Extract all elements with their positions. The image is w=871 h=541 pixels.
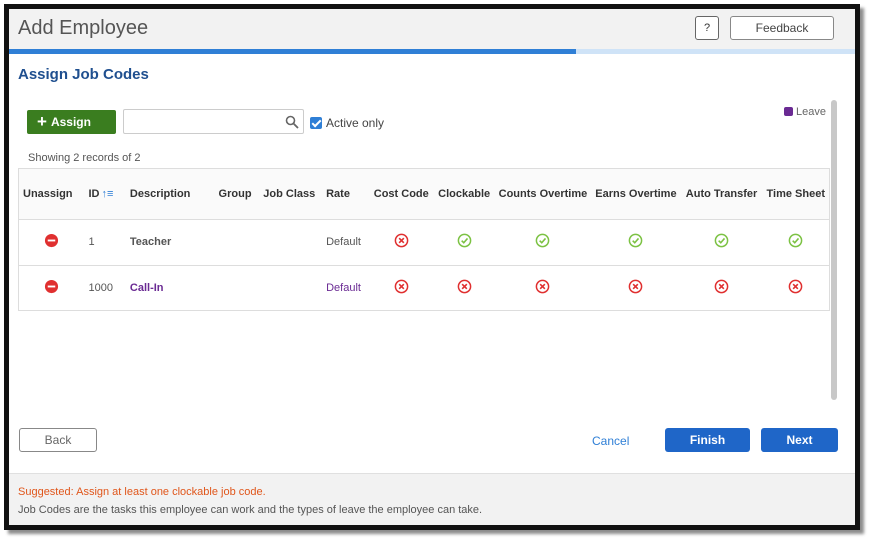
auto-transfer-cell <box>680 219 763 266</box>
active-only-checkbox[interactable] <box>310 117 322 129</box>
search-icon[interactable] <box>285 115 299 129</box>
id-cell: 1 <box>84 219 126 266</box>
active-only-label: Active only <box>326 116 385 130</box>
x-circle-icon <box>628 279 643 297</box>
vertical-scrollbar[interactable] <box>831 100 837 400</box>
check-circle-icon <box>457 233 472 251</box>
group-cell <box>215 265 260 311</box>
clockable-cell <box>434 265 495 311</box>
search-input[interactable] <box>123 109 304 134</box>
minus-circle-icon[interactable] <box>44 233 59 251</box>
leave-legend-label: Leave <box>796 106 826 118</box>
wizard-progress-bar <box>9 49 855 54</box>
footer-note: Job Codes are the tasks this employee ca… <box>18 504 483 516</box>
sort-ascending-icon[interactable]: ↑≡ <box>101 188 113 200</box>
id-cell: 1000 <box>88 282 113 295</box>
column-header-auto-transfer: Auto Transfer <box>680 169 763 220</box>
check-circle-icon <box>628 233 643 251</box>
unassign-cell <box>19 265 84 311</box>
back-button[interactable]: Back <box>19 428 97 452</box>
description-cell: Teacher <box>125 219 215 266</box>
add-employee-dialog: Add Employee ? Feedback Assign Job Codes… <box>4 4 860 530</box>
column-header-unassign: Unassign <box>19 169 85 220</box>
help-button[interactable]: ? <box>695 16 719 40</box>
job-class-cell <box>259 219 323 266</box>
column-header-clockable: Clockable <box>433 169 495 220</box>
x-circle-icon <box>457 279 472 297</box>
suggestion-text: Suggested: Assign at least one clockable… <box>18 486 266 498</box>
earns-overtime-cell <box>591 219 681 266</box>
clockable-cell <box>433 219 495 266</box>
table-row: 1000 Call-In Default <box>19 265 829 311</box>
check-circle-icon <box>714 233 729 251</box>
job-codes-table: Unassign ID ↑≡ Description Group Job Clas… <box>18 168 830 311</box>
time-sheet-cell <box>762 219 829 266</box>
job-class-cell <box>259 265 322 311</box>
finish-button[interactable]: Finish <box>665 428 750 452</box>
table-header-row: Unassign ID ↑≡ Description Group Job Clas… <box>19 169 829 220</box>
column-header-group: Group <box>214 169 260 220</box>
check-circle-icon <box>535 233 550 251</box>
section-title: Assign Job Codes <box>18 66 149 83</box>
rate-cell: Default <box>326 282 361 295</box>
leave-legend: Leave <box>784 106 826 118</box>
next-button[interactable]: Next <box>761 428 838 452</box>
plus-icon: + <box>37 112 47 131</box>
wizard-progress-fill <box>9 49 576 54</box>
dialog-footer: Suggested: Assign at least one clockable… <box>9 473 855 525</box>
active-only-toggle[interactable]: Active only <box>310 116 384 130</box>
auto-transfer-cell <box>681 265 763 311</box>
column-header-rate: Rate <box>322 169 369 220</box>
time-sheet-cell <box>763 265 830 311</box>
column-header-earns-overtime: Earns Overtime <box>591 169 681 220</box>
table-row: 1 Teacher Default <box>19 219 829 266</box>
column-header-job-class: Job Class <box>259 169 323 220</box>
cost-code-cell <box>369 265 434 311</box>
cost-code-cell <box>368 219 434 266</box>
unassign-cell <box>19 219 85 266</box>
column-header-counts-overtime: Counts Overtime <box>494 169 592 220</box>
records-count: Showing 2 records of 2 <box>28 152 141 164</box>
x-circle-icon <box>394 233 409 251</box>
description-cell: Call-In <box>129 282 164 295</box>
column-header-time-sheet: Time Sheet <box>762 169 829 220</box>
assign-button-label: Assign <box>50 115 91 129</box>
x-circle-icon <box>788 279 803 297</box>
feedback-button[interactable]: Feedback <box>730 16 834 40</box>
counts-overtime-cell <box>494 219 592 266</box>
minus-circle-icon[interactable] <box>44 280 59 297</box>
dialog-header: Add Employee ? Feedback <box>9 9 855 53</box>
group-cell <box>214 219 260 266</box>
assign-button[interactable]: + Assign <box>27 110 116 134</box>
column-header-id-label: ID <box>88 187 100 200</box>
dialog-title: Add Employee <box>18 17 149 39</box>
earns-overtime-cell <box>591 265 680 311</box>
check-circle-icon <box>788 233 803 251</box>
cancel-link[interactable]: Cancel <box>592 434 629 448</box>
column-header-description: Description <box>125 169 215 220</box>
column-header-id[interactable]: ID ↑≡ <box>84 169 126 220</box>
rate-cell: Default <box>322 219 369 266</box>
column-header-cost-code: Cost Code <box>368 169 434 220</box>
x-circle-icon <box>714 279 729 297</box>
x-circle-icon <box>394 279 409 297</box>
x-circle-icon <box>535 279 550 297</box>
leave-legend-swatch <box>784 107 793 116</box>
counts-overtime-cell <box>495 265 592 311</box>
